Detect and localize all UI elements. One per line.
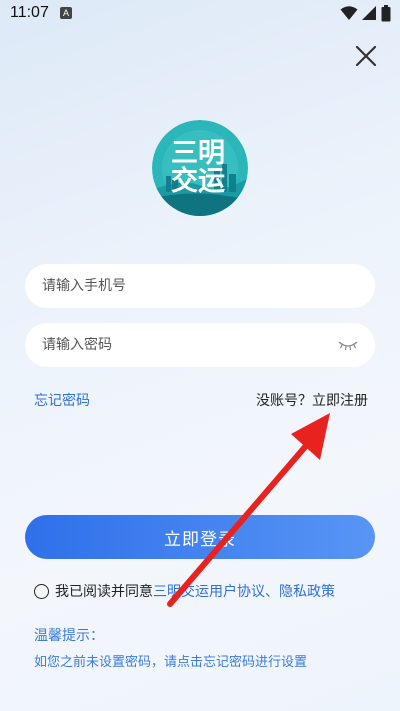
login-button[interactable]: 立即登录: [25, 515, 375, 559]
register-row: 没账号？立即注册: [256, 390, 368, 410]
status-time: 11:07: [10, 4, 49, 21]
register-link[interactable]: 立即注册: [312, 393, 368, 409]
agreement-prefix: 我已阅读并同意: [55, 584, 153, 600]
phone-input[interactable]: [42, 278, 359, 294]
wifi-icon: [340, 6, 358, 20]
logo-text-line1: 三明: [171, 138, 225, 169]
password-field[interactable]: [25, 323, 375, 367]
radio-unchecked-icon[interactable]: [34, 583, 49, 599]
privacy-policy-link[interactable]: 隐私政策: [279, 581, 335, 601]
status-bar: 11:07 A: [0, 0, 400, 28]
forgot-password-link[interactable]: 忘记密码: [34, 390, 90, 410]
agreement-row: 我已阅读并同意 三明交运用户协议 、 隐私政策: [34, 581, 335, 601]
logo-text-line2: 交运: [171, 165, 225, 197]
tips-text: 如您之前未设置密码，请点击忘记密码进行设置: [34, 655, 308, 670]
app-logo: 三明 交运: [152, 120, 248, 216]
no-account-label: 没账号？: [256, 393, 312, 409]
close-icon[interactable]: [352, 42, 380, 70]
battery-icon: [381, 5, 391, 22]
notification-a-icon: A: [60, 7, 72, 19]
user-agreement-link[interactable]: 三明交运用户协议: [153, 581, 265, 601]
tips-title: 温馨提示：: [34, 628, 104, 644]
signal-icon: [362, 6, 376, 20]
password-input[interactable]: [42, 337, 337, 353]
eye-closed-icon[interactable]: [337, 338, 359, 352]
agreement-separator: 、: [265, 584, 279, 600]
phone-field[interactable]: [25, 264, 375, 308]
